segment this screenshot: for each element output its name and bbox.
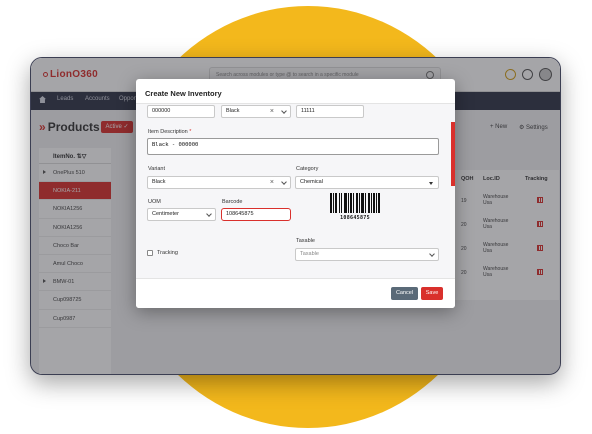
barcode-image: 108645875: [330, 193, 380, 223]
dropdown-arrow-icon[interactable]: [429, 182, 433, 185]
taxable-select[interactable]: Taxable: [295, 248, 439, 261]
category-select[interactable]: Chemical: [295, 176, 439, 189]
item-description-label-text: Item Description: [148, 129, 188, 135]
required-asterisk: *: [189, 129, 192, 135]
chevron-down-icon[interactable]: [281, 179, 287, 185]
category-label: Category: [296, 166, 319, 172]
code-value: 11111: [301, 108, 315, 114]
save-button[interactable]: Save: [421, 287, 443, 300]
modal-scrollbar[interactable]: [451, 122, 455, 186]
uom-value: Centimeter: [152, 211, 179, 217]
variant-select[interactable]: Black ×: [147, 176, 291, 189]
modal-footer: Cancel Save: [136, 279, 455, 308]
code-field[interactable]: 11111: [296, 105, 364, 118]
barcode-label: Barcode: [222, 199, 243, 205]
uom-select[interactable]: Centimeter: [147, 208, 216, 221]
variant-label: Variant: [148, 166, 166, 172]
barcode-image-text: 108645875: [340, 215, 370, 221]
tracking-checkbox[interactable]: [147, 250, 153, 256]
chevron-down-icon[interactable]: [281, 108, 287, 114]
barcode-input[interactable]: 108645875: [221, 208, 291, 221]
clear-icon[interactable]: ×: [270, 106, 274, 117]
category-value: Chemical: [300, 179, 323, 185]
modal-title: Create New Inventory: [145, 89, 222, 98]
color-select-value: Black: [226, 108, 240, 114]
variant-value: Black: [152, 179, 166, 185]
color-select[interactable]: Black ×: [221, 105, 291, 118]
barcode-bars: [330, 193, 380, 213]
item-description-value: Black - 000000: [152, 142, 199, 148]
uom-label: UOM: [148, 199, 161, 205]
barcode-value: 108645875: [226, 211, 254, 217]
item-description-textarea[interactable]: Black - 000000: [147, 138, 439, 155]
item-number-value: 000000: [152, 108, 171, 114]
item-description-label: Item Description *: [148, 129, 191, 135]
cancel-button[interactable]: Cancel: [391, 287, 418, 300]
tracking-label: Tracking: [157, 250, 178, 256]
taxable-placeholder: Taxable: [300, 251, 319, 257]
stage: LionO360 Search across modules or type @…: [0, 0, 592, 434]
item-number-field[interactable]: 000000: [147, 105, 215, 118]
chevron-down-icon[interactable]: [206, 211, 212, 217]
taxable-label: Taxable: [296, 238, 315, 244]
chevron-down-icon[interactable]: [429, 251, 435, 257]
clear-icon[interactable]: ×: [270, 177, 274, 188]
